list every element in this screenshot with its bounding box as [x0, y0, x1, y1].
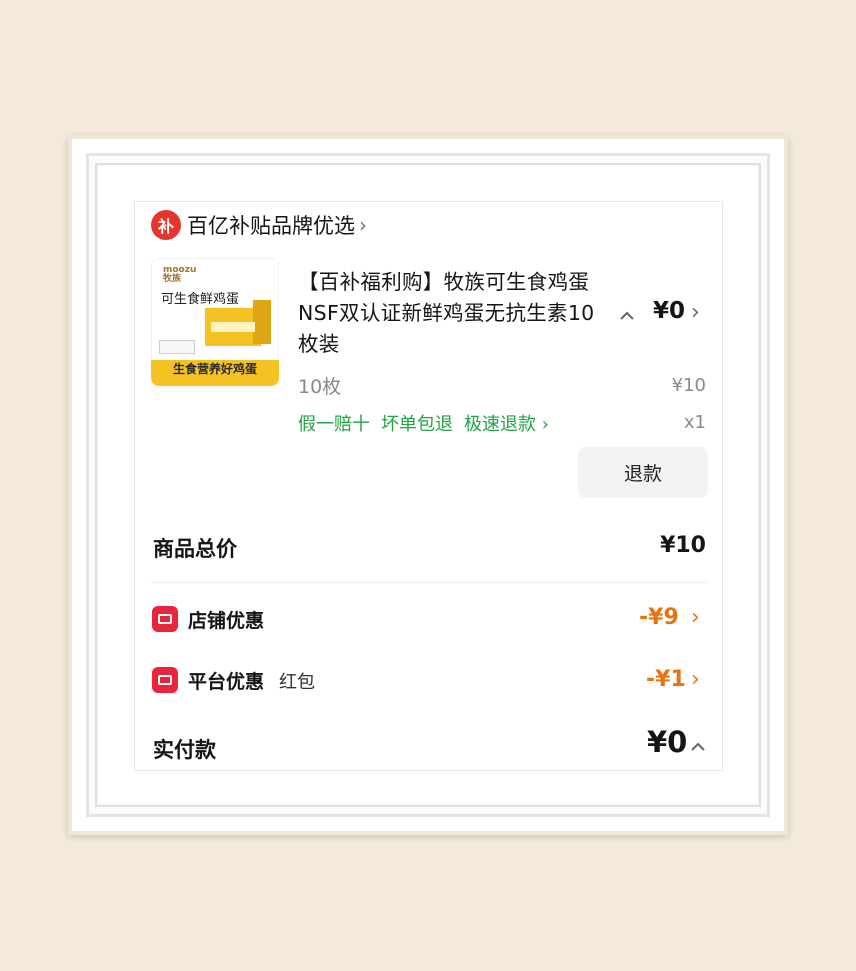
chevron-right-icon[interactable]: › — [691, 605, 700, 630]
service-tag: 坏单包退 — [381, 414, 453, 435]
egg-box-label-shape — [211, 322, 255, 332]
store-discount-value[interactable]: -¥9 — [639, 605, 679, 630]
paid-label: 实付款 — [153, 738, 216, 762]
chevron-right-icon[interactable]: › — [691, 300, 700, 325]
total-label: 商品总价 — [153, 537, 237, 561]
order-detail-card: 补 百亿补贴品牌优选 › moozu 牧族 可生食鲜鸡蛋 生食营养好鸡蛋 【百补福… — [134, 201, 723, 771]
service-tag: 极速退款 › — [464, 414, 549, 435]
paid-value: ¥0 — [647, 725, 688, 759]
platform-discount-icon — [152, 667, 178, 693]
divider — [151, 582, 708, 583]
product-title[interactable]: 【百补福利购】牧族可生食鸡蛋NSF双认证新鲜鸡蛋无抗生素10枚装 — [298, 267, 608, 360]
egg-box-side-shape — [253, 300, 271, 344]
store-discount-label: 店铺优惠 — [188, 610, 265, 632]
store-name: 百亿补贴品牌优选 — [187, 214, 355, 238]
service-tag: 假一赔十 — [298, 414, 370, 435]
total-value: ¥10 — [660, 533, 706, 558]
product-spec-tag — [159, 340, 195, 354]
original-price: ¥10 — [671, 375, 706, 396]
store-header[interactable]: 补 百亿补贴品牌优选 › — [151, 210, 367, 240]
chevron-up-icon[interactable] — [619, 305, 635, 326]
subsidy-badge-icon: 补 — [151, 210, 181, 240]
product-price: ¥0 — [653, 298, 686, 324]
product-spec: 10枚 — [298, 376, 342, 398]
product-image[interactable]: moozu 牧族 可生食鲜鸡蛋 生食营养好鸡蛋 — [151, 258, 279, 386]
product-image-heading: 可生食鲜鸡蛋 — [161, 292, 240, 307]
quantity: x1 — [683, 412, 706, 433]
brand-logo: moozu 牧族 — [163, 265, 197, 284]
product-image-banner: 生食营养好鸡蛋 — [151, 360, 279, 386]
store-discount-icon — [152, 606, 178, 632]
chevron-right-icon[interactable]: › — [691, 667, 700, 692]
chevron-up-icon[interactable] — [690, 736, 706, 757]
platform-discount-value[interactable]: -¥1 — [646, 667, 686, 692]
platform-discount-label: 平台优惠 — [188, 671, 265, 693]
platform-discount-sub: 红包 — [279, 672, 315, 693]
chevron-right-icon: › — [359, 213, 367, 237]
refund-button[interactable]: 退款 — [578, 447, 708, 498]
service-tags[interactable]: 假一赔十 坏单包退 极速退款 › — [298, 410, 549, 436]
